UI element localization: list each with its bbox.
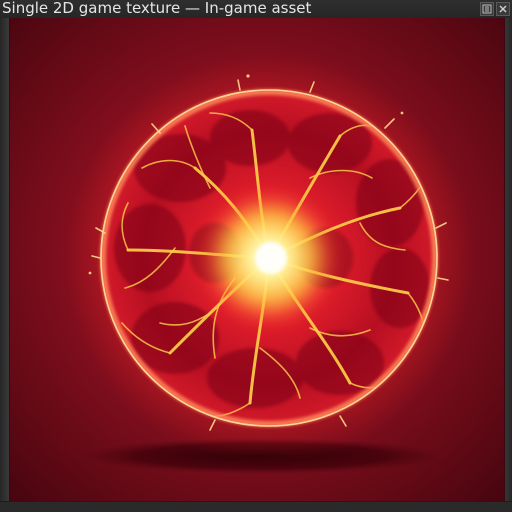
bottom-frame [0, 501, 512, 512]
orb-core [255, 242, 287, 274]
title-bar: Single 2D game texture — In-game asset [0, 0, 512, 19]
orb-texture-image [10, 18, 504, 502]
left-frame [0, 18, 9, 512]
window-title: Single 2D game texture — In-game asset [2, 0, 312, 17]
texture-viewport [9, 18, 505, 502]
window-controls [480, 0, 512, 18]
close-icon[interactable] [496, 2, 510, 16]
settings-icon[interactable] [480, 2, 494, 16]
app-window: Single 2D game texture — In-game asset [0, 0, 512, 512]
